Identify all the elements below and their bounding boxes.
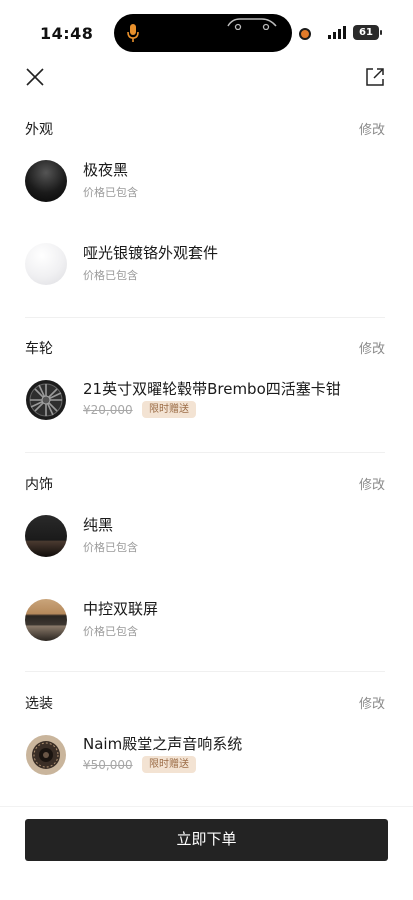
promo-badge: 限时赠送 (142, 401, 196, 418)
section-title-options: 选装 (25, 696, 53, 712)
option-name: Naim殿堂之声音响系统 (83, 735, 243, 753)
battery-icon: 61 (353, 25, 382, 40)
edit-exterior-button[interactable]: 修改 (359, 119, 385, 138)
color-swatch-pure-black (25, 515, 67, 557)
option-item-exterior-color[interactable]: 极夜黑 价格已包含 (25, 160, 395, 204)
option-name: 纯黑 (83, 516, 114, 534)
price-note: 价格已包含 (83, 541, 138, 554)
price-note: 价格已包含 (83, 625, 138, 638)
option-item-interior-color[interactable]: 纯黑 价格已包含 (25, 515, 395, 559)
bottom-divider (0, 806, 413, 807)
dual-screen-thumbnail (25, 599, 67, 641)
section-options-header: 选装 修改 (25, 693, 385, 713)
option-item-exterior-kit[interactable]: 哑光银镀铬外观套件 价格已包含 (25, 243, 395, 287)
microphone-icon (127, 24, 139, 42)
color-swatch-silver (25, 243, 67, 285)
section-title-wheels: 车轮 (25, 341, 53, 357)
place-order-button[interactable]: 立即下单 (25, 819, 388, 861)
original-price: ¥20,000 (83, 403, 133, 417)
price-note: 价格已包含 (83, 269, 138, 282)
option-item-wheels[interactable]: 21英寸双曜轮毂带Brembo四活塞卡钳 ¥20,000 限时赠送 (25, 379, 395, 423)
option-name: 哑光银镀铬外观套件 (83, 244, 219, 262)
price-note: 价格已包含 (83, 186, 138, 199)
edit-options-button[interactable]: 修改 (359, 693, 385, 712)
edit-interior-button[interactable]: 修改 (359, 474, 385, 493)
option-name: 中控双联屏 (83, 600, 159, 618)
signal-icon (328, 26, 346, 39)
section-divider (25, 671, 385, 672)
recording-indicator (299, 28, 311, 40)
promo-badge: 限时赠送 (142, 756, 196, 773)
status-bar: 14:48 61 (0, 0, 413, 62)
option-item-dual-screen[interactable]: 中控双联屏 价格已包含 (25, 599, 395, 643)
section-divider (25, 317, 385, 318)
option-name: 极夜黑 (83, 161, 129, 179)
color-swatch-black (25, 160, 67, 202)
car-icon (227, 18, 277, 30)
wheel-icon (26, 380, 66, 420)
original-price: ¥50,000 (83, 758, 133, 772)
section-divider (25, 452, 385, 453)
section-title-interior: 内饰 (25, 477, 53, 493)
status-time: 14:48 (40, 24, 94, 43)
section-title-exterior: 外观 (25, 122, 53, 138)
option-name: 21英寸双曜轮毂带Brembo四活塞卡钳 (83, 380, 341, 398)
close-icon[interactable] (24, 66, 46, 88)
share-icon[interactable] (364, 66, 386, 88)
option-item-audio[interactable]: Naim殿堂之声音响系统 ¥50,000 限时赠送 (25, 734, 395, 778)
section-exterior-header: 外观 修改 (25, 119, 385, 139)
speaker-icon (26, 735, 66, 775)
edit-wheels-button[interactable]: 修改 (359, 338, 385, 357)
dynamic-island (114, 14, 292, 52)
section-wheels-header: 车轮 修改 (25, 338, 385, 358)
section-interior-header: 内饰 修改 (25, 474, 385, 494)
